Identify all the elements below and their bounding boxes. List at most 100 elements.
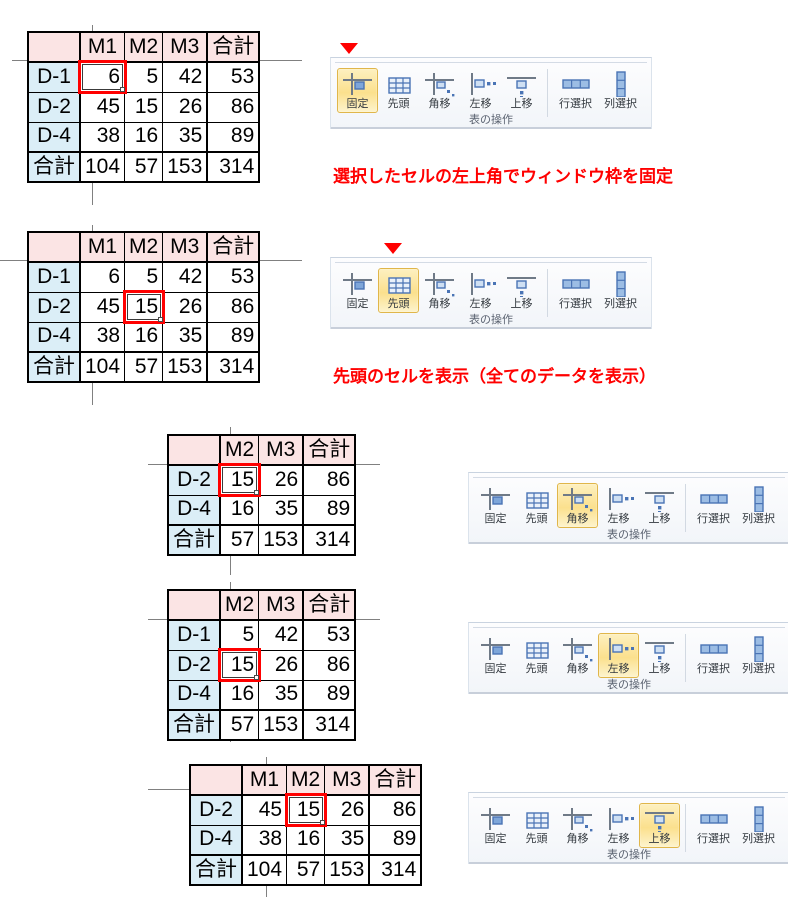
- ribbon-button-select-col[interactable]: 列選択: [736, 803, 781, 848]
- ribbon-button-up-move[interactable]: 上移: [639, 483, 680, 528]
- data-cell[interactable]: 35: [258, 494, 304, 526]
- data-cell[interactable]: 314: [302, 709, 356, 741]
- data-cell[interactable]: 5: [124, 261, 164, 293]
- ribbon-button-corner-move[interactable]: 角移: [557, 483, 598, 528]
- ribbon-button-first-cell[interactable]: 先頭: [516, 803, 557, 848]
- selected-cell[interactable]: 15: [286, 794, 326, 826]
- ribbon-button-select-row[interactable]: 行選択: [691, 803, 736, 848]
- ribbon-button-up-move[interactable]: 上移: [639, 633, 680, 678]
- data-cell[interactable]: 104: [241, 854, 288, 886]
- ribbon-button-select-col[interactable]: 列選択: [736, 483, 781, 528]
- selected-cell[interactable]: 6: [79, 61, 126, 93]
- data-cell[interactable]: 38: [241, 824, 288, 856]
- data-cell[interactable]: 153: [162, 151, 208, 183]
- ribbon-button-first-cell[interactable]: 先頭: [516, 483, 557, 528]
- data-cell[interactable]: 16: [124, 121, 164, 153]
- data-cell[interactable]: 26: [162, 291, 208, 323]
- ribbon-button-select-row[interactable]: 行選択: [691, 483, 736, 528]
- ribbon-button-freeze[interactable]: 固定: [475, 633, 516, 678]
- data-cell[interactable]: 57: [124, 151, 164, 183]
- data-cell[interactable]: 57: [286, 854, 326, 886]
- data-cell[interactable]: 16: [219, 679, 260, 711]
- ribbon-button-first-cell[interactable]: 先頭: [516, 633, 557, 678]
- ribbon-button-corner-move[interactable]: 角移: [419, 268, 460, 313]
- data-cell[interactable]: 153: [258, 709, 304, 741]
- data-cell[interactable]: 86: [302, 464, 356, 496]
- data-cell[interactable]: 5: [124, 61, 164, 93]
- data-cell[interactable]: 89: [302, 494, 356, 526]
- ribbon-button-select-row[interactable]: 行選択: [553, 68, 598, 113]
- data-cell[interactable]: 314: [302, 524, 356, 556]
- data-cell[interactable]: 57: [219, 524, 260, 556]
- data-cell[interactable]: 26: [258, 464, 304, 496]
- data-cell[interactable]: 57: [219, 709, 260, 741]
- ribbon-left-move[interactable]: 固定 先頭 角移 左移 上移 行選択 列選択 表の操作: [468, 622, 788, 694]
- selected-cell[interactable]: 15: [219, 649, 260, 681]
- data-cell[interactable]: 89: [368, 824, 422, 856]
- data-cell[interactable]: 89: [206, 121, 260, 153]
- ribbon-button-first-cell[interactable]: 先頭: [378, 68, 419, 113]
- data-cell[interactable]: 15: [124, 91, 164, 123]
- ribbon-up-move[interactable]: 固定 先頭 角移 左移 上移 行選択 列選択 表の操作: [468, 792, 788, 864]
- data-cell[interactable]: 89: [206, 321, 260, 353]
- ribbon-button-up-move[interactable]: 上移: [501, 268, 542, 313]
- ribbon-button-freeze[interactable]: 固定: [337, 268, 378, 313]
- data-cell[interactable]: 38: [79, 321, 126, 353]
- ribbon-button-up-move[interactable]: 上移: [501, 68, 542, 113]
- data-cell[interactable]: 45: [79, 291, 126, 323]
- data-cell[interactable]: 53: [302, 619, 356, 651]
- ribbon-button-select-col[interactable]: 列選択: [736, 633, 781, 678]
- ribbon-button-corner-move[interactable]: 角移: [419, 68, 460, 113]
- data-cell[interactable]: 35: [324, 824, 370, 856]
- data-cell[interactable]: 26: [162, 91, 208, 123]
- data-cell[interactable]: 35: [258, 679, 304, 711]
- data-cell[interactable]: 5: [219, 619, 260, 651]
- ribbon-corner-move[interactable]: 固定 先頭 角移 左移 上移 行選択 列選択 表の操作: [468, 472, 788, 544]
- data-cell[interactable]: 16: [286, 824, 326, 856]
- data-cell[interactable]: 314: [206, 151, 260, 183]
- data-cell[interactable]: 35: [162, 121, 208, 153]
- table-corner-move[interactable]: M2 M3 合計 D-2 15 26 86 D-4 16 35 89 合計 57 153 314: [167, 434, 357, 556]
- data-cell[interactable]: 35: [162, 321, 208, 353]
- ribbon-button-first-cell[interactable]: 先頭: [378, 268, 419, 313]
- ribbon-button-corner-move[interactable]: 角移: [557, 633, 598, 678]
- ribbon-button-left-move[interactable]: 左移: [598, 803, 639, 848]
- ribbon-button-select-col[interactable]: 列選択: [598, 268, 643, 313]
- table-freeze[interactable]: M1 M2 M3 合計 D-1 6 5 42 53 D-2 45 15 26 86 D-4 38 16 35 89 合…: [27, 31, 261, 183]
- ribbon-first-cell[interactable]: 固定 先頭 角移 左移 上移 行選択 列選択 表の操作: [330, 257, 652, 329]
- data-cell[interactable]: 104: [79, 351, 126, 383]
- data-cell[interactable]: 16: [124, 321, 164, 353]
- data-cell[interactable]: 86: [206, 291, 260, 323]
- table-left-move[interactable]: M2 M3 合計 D-1 5 42 53 D-2 15 26 86 D-4 16 35 89 合計 57 153 3…: [167, 589, 357, 741]
- data-cell[interactable]: 314: [368, 854, 422, 886]
- ribbon-button-freeze[interactable]: 固定: [337, 68, 378, 113]
- ribbon-button-select-row[interactable]: 行選択: [691, 633, 736, 678]
- ribbon-button-select-col[interactable]: 列選択: [598, 68, 643, 113]
- data-cell[interactable]: 89: [302, 679, 356, 711]
- ribbon-button-corner-move[interactable]: 角移: [557, 803, 598, 848]
- data-cell[interactable]: 16: [219, 494, 260, 526]
- data-cell[interactable]: 45: [241, 794, 288, 826]
- data-cell[interactable]: 38: [79, 121, 126, 153]
- ribbon-button-left-move[interactable]: 左移: [598, 633, 639, 678]
- data-cell[interactable]: 153: [258, 524, 304, 556]
- ribbon-button-left-move[interactable]: 左移: [460, 268, 501, 313]
- table-up-move[interactable]: M1 M2 M3 合計 D-2 45 15 26 86 D-4 38 16 35 89 合計 104 57 153…: [189, 764, 423, 886]
- data-cell[interactable]: 42: [162, 61, 208, 93]
- ribbon-freeze[interactable]: 固定 先頭 角移 左移 上移 行選択 列選択 表の操作: [330, 57, 652, 129]
- data-cell[interactable]: 53: [206, 61, 260, 93]
- data-cell[interactable]: 42: [162, 261, 208, 293]
- ribbon-button-left-move[interactable]: 左移: [460, 68, 501, 113]
- data-cell[interactable]: 153: [324, 854, 370, 886]
- table-first-cell[interactable]: M1 M2 M3 合計 D-1 6 5 42 53 D-2 45 15 26 86 D-4 38 16 35 89 合…: [27, 231, 261, 383]
- data-cell[interactable]: 57: [124, 351, 164, 383]
- ribbon-button-freeze[interactable]: 固定: [475, 803, 516, 848]
- data-cell[interactable]: 86: [206, 91, 260, 123]
- ribbon-button-select-row[interactable]: 行選択: [553, 268, 598, 313]
- data-cell[interactable]: 45: [79, 91, 126, 123]
- data-cell[interactable]: 42: [258, 619, 304, 651]
- data-cell[interactable]: 26: [324, 794, 370, 826]
- ribbon-button-freeze[interactable]: 固定: [475, 483, 516, 528]
- data-cell[interactable]: 26: [258, 649, 304, 681]
- data-cell[interactable]: 153: [162, 351, 208, 383]
